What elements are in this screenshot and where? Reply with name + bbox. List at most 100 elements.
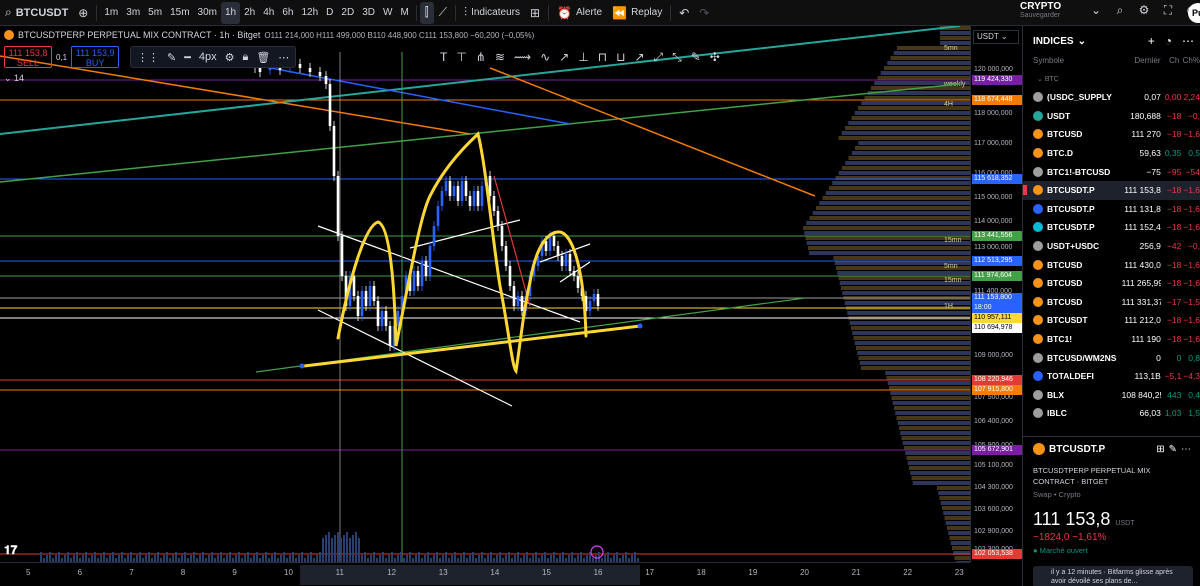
watchlist-row[interactable]: USDT+USDC 256,9 −42 −0, [1023,237,1200,256]
highlighter-tool-icon[interactable]: ✎ [691,50,701,64]
buy-button[interactable]: 111 153,9 BUY [71,46,120,68]
price-chart[interactable]: 5mnweekly4H15mn5mn15mn1H 𝟏𝟕 [0,26,970,562]
price-level-badge[interactable]: 105 672,901 [972,445,1022,455]
interval-30m[interactable]: 30m [194,2,221,24]
vertical-line-tool-icon[interactable]: ⊥ [578,50,588,64]
price-level-badge[interactable]: 112 513,295 [972,256,1022,266]
watchlist-row[interactable]: BTC1! 111 190 −18 −1,6 [1023,330,1200,349]
chevron-down-icon[interactable]: ⌄ [1088,3,1104,18]
price-level-badge[interactable]: 102 053,538 [972,549,1022,559]
brush-tool-icon[interactable]: ∿ [540,50,550,64]
replay-button[interactable]: ⏪ Replay [607,2,667,24]
neckline-anchor-right[interactable] [637,323,643,329]
price-level-badge[interactable]: 18:00 [972,303,1022,313]
fib-tool-icon[interactable]: ≋ [495,50,505,64]
lock-icon[interactable]: 🔒︎ [242,51,248,64]
chart-pane[interactable]: 5mn weekly 4H 15mn 5mn 15mn 1H 𝟏𝟕 BTCUSD… [0,26,970,562]
trend-lines[interactable] [0,26,961,562]
interval-w[interactable]: W [379,2,396,24]
text-tool-icon[interactable]: T [440,50,447,64]
channel-line-bottom[interactable] [317,309,513,407]
redo-button[interactable]: ↷ [694,2,714,24]
settings-icon[interactable]: ⚙ [225,51,235,64]
interval-6h[interactable]: 6h [278,2,297,24]
neck-line-head[interactable] [409,219,521,249]
cross-tool-icon[interactable]: ✣ [710,50,720,64]
interval-1h[interactable]: 1h [220,1,241,24]
pencil-icon[interactable]: ✎ [167,51,176,64]
price-level-badge[interactable]: 115 618,352 [972,174,1022,184]
long-position-tool-icon[interactable]: ⊓ [598,50,607,64]
layout-name-button[interactable]: CRYPTO Sauvegarder [1020,2,1080,24]
watchlist-row[interactable]: BTC.D 59,63 0,35 0,5 [1023,144,1200,163]
trash-icon[interactable]: 🗑︎ [256,51,270,64]
compare-symbol-button[interactable]: ⊕ [73,2,93,24]
watchlist-row[interactable]: BLX 108 840,25 443 0,4 [1023,386,1200,405]
watchlist-row[interactable]: BTCUSD 111 265,99 −18 −1,6 [1023,274,1200,293]
measure-tool-icon[interactable]: ⤡ [672,50,682,65]
indicators-button[interactable]: ⫶ Indicateurs [459,2,525,24]
interval-12h[interactable]: 12h [297,2,322,24]
more-icon[interactable]: ⋯ [278,51,289,64]
more-icon[interactable]: ⋯ [1181,444,1191,455]
interval-3m[interactable]: 3m [122,2,144,24]
price-level-badge[interactable]: 111 974,604 [972,271,1022,281]
interval-2d[interactable]: 2D [337,2,358,24]
watchlist-row[interactable]: TOTALDEFI 113,1B −5,1 −4,3 [1023,367,1200,386]
interval-4h[interactable]: 4h [259,2,278,24]
price-level-badge[interactable]: 108 220,946 [972,375,1022,385]
symbol-search-button[interactable]: ⌕ BTCUSDT [0,2,73,24]
price-axis[interactable]: USDT ⌄ 120 000,000 118 000,000 117 000,000… [970,26,1022,562]
details-symbol[interactable]: BTCUSDT.P [1049,444,1105,455]
line-width-label[interactable]: 4px [199,51,217,63]
col-symbol[interactable]: Symbole [1033,56,1123,70]
neckline-anchor-left[interactable] [299,363,305,369]
candles-style-button[interactable]: ⫿ [419,1,434,24]
neckline-yellow[interactable] [303,324,641,368]
add-symbol-icon[interactable]: + [1148,34,1155,48]
watchlist-header[interactable]: INDICES ⌄ + ◔ ⋯ [1023,26,1200,56]
trend-line-orange-right[interactable] [489,67,816,197]
trend-line-green[interactable] [0,83,961,183]
watchlist-row[interactable]: BTCUSDT.P 111 153,8 −18 −1,6 [1023,180,1200,200]
price-level-badge[interactable]: 119 424,330 [972,75,1022,85]
currency-selector[interactable]: USDT ⌄ [973,30,1019,44]
time-axis[interactable]: 5 6 7 8 9 10 11 12 13 14 15 16 17 18 19 20 21 22 23 [0,562,970,586]
price-level-badge[interactable]: 118 674,448 [972,95,1022,105]
pie-icon[interactable]: ◔ [1165,34,1172,48]
interval-3d[interactable]: 3D [358,2,379,24]
watchlist-row[interactable]: BTCUSD 111 430,0 −18 −1,6 [1023,255,1200,274]
more-icon[interactable]: ⋯ [1182,34,1194,48]
layouts-button[interactable]: ⊞ [525,2,545,24]
watchlist-row[interactable]: USDT 180,688 −18 −0, [1023,107,1200,126]
interval-2h[interactable]: 2h [240,2,259,24]
watchlist-row[interactable]: BTCUSDT.P 111 152,4 −18 −1,6 [1023,218,1200,237]
indicators-collapse-toggle[interactable]: ⌄ 14 [4,73,24,84]
watchlist-row[interactable]: BTCUSDT.P 111 131,8 −18 −1,6 [1023,200,1200,219]
watchlist-group-btc[interactable]: ⌄ BTC [1023,72,1200,88]
interval-1m[interactable]: 1m [100,2,122,24]
fullscreen-icon[interactable]: ⛶ [1160,3,1176,18]
line-width-icon[interactable]: ━ [184,51,191,64]
interval-15m[interactable]: 15m [166,2,193,24]
ray-tool-icon[interactable]: ↗ [559,50,569,64]
interval-d[interactable]: D [322,2,337,24]
col-change-pct[interactable]: Ch% [1179,56,1200,70]
legend-title[interactable]: BTCUSDTPERP PERPETUAL MIX CONTRACT · 1h … [18,30,260,40]
price-level-badge[interactable]: 110 957,111 [972,313,1022,323]
alert-button[interactable]: ⏰ Alerte [552,2,607,24]
watchlist-row[interactable]: BTCUSDT 111 212,0 −18 −1,6 [1023,311,1200,330]
watchlist-row[interactable]: BTCUSD/WM2NS 0 0 0,8 [1023,348,1200,367]
row-flag[interactable] [1023,184,1027,195]
watchlist-row[interactable]: BTC1!-BTCUSD −75 −95 −54 [1023,162,1200,181]
short-position-tool-icon[interactable]: ⊔ [616,50,625,64]
settings-icon[interactable]: ⚙ [1136,3,1152,18]
grid-icon[interactable]: ⊞ [1156,444,1164,455]
publish-button[interactable]: Pu [1188,3,1200,23]
pitchfork-tool-icon[interactable]: ⋔ [476,50,486,64]
watchlist-row[interactable]: BTCUSD 111 331,37 −17 −1,5 [1023,293,1200,312]
head-and-shoulders-drawing[interactable] [299,131,643,375]
path-tool-icon[interactable]: ⟿ [514,50,531,64]
line-style-button[interactable]: ⟋ [434,2,452,24]
undo-button[interactable]: ↶ [674,2,694,24]
